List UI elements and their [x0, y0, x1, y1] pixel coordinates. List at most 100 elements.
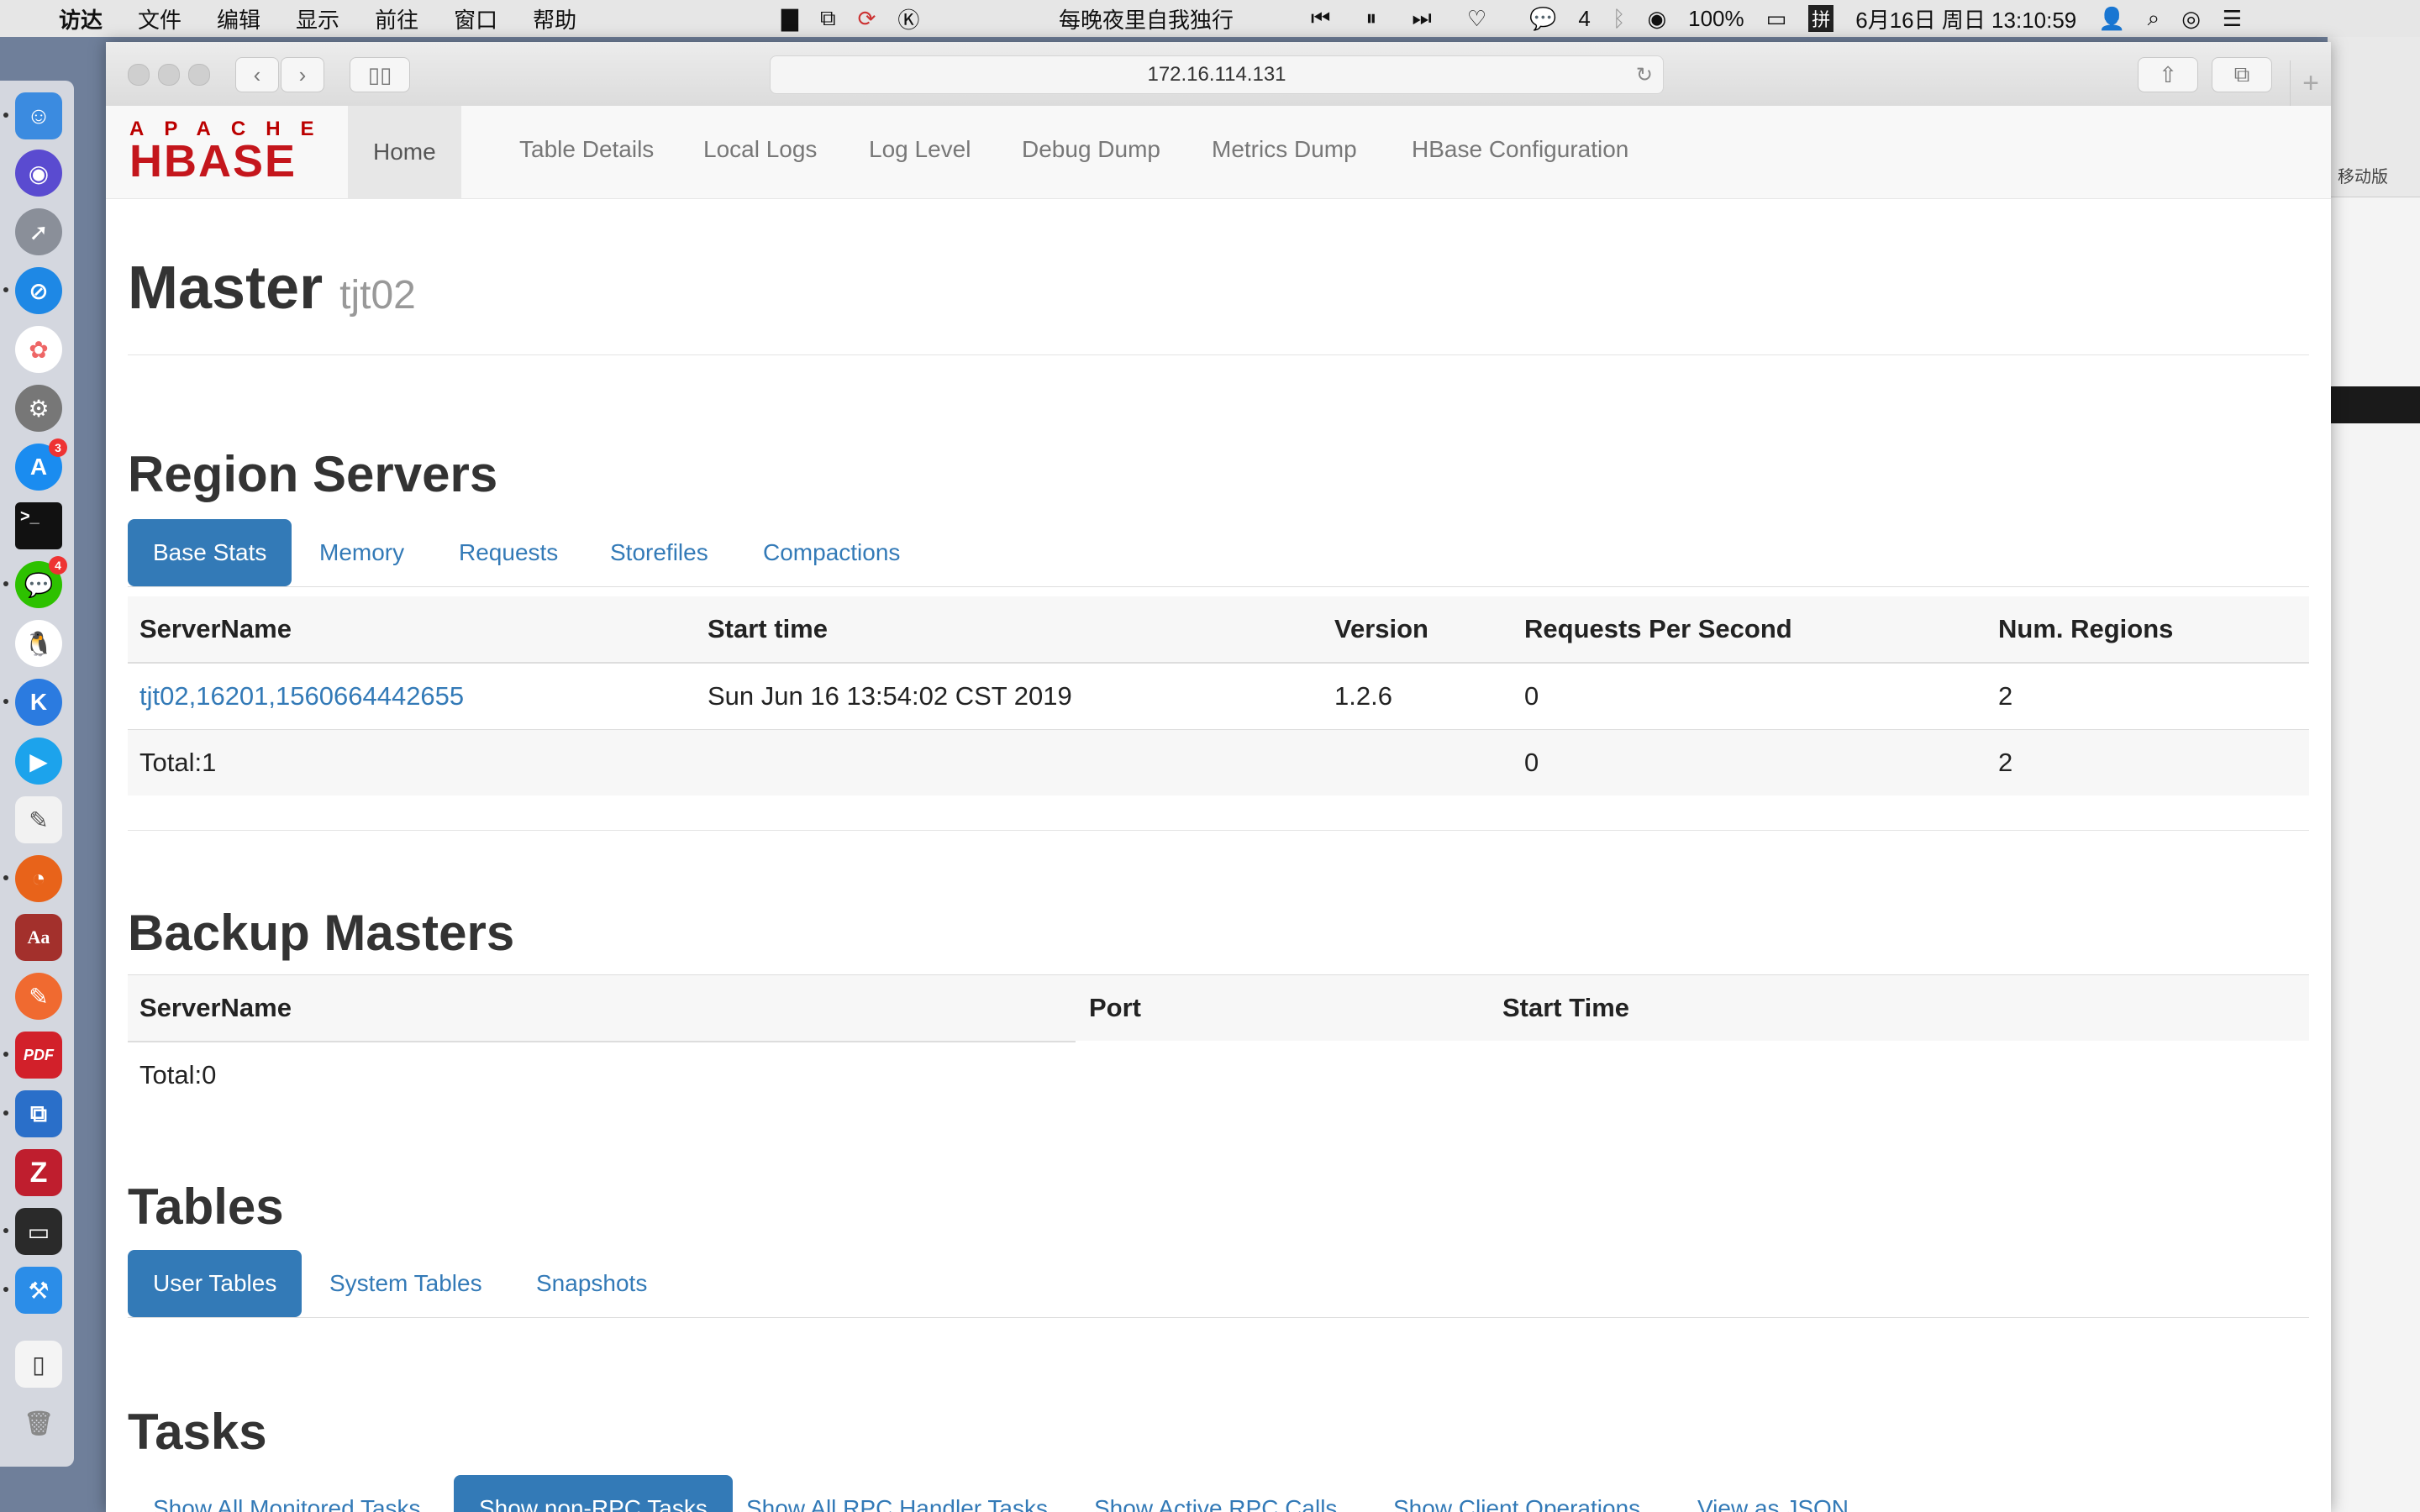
nav-debug-dump[interactable]: Debug Dump	[1022, 136, 1160, 163]
wechat-icon[interactable]: 💬	[1529, 6, 1556, 32]
k-app-icon[interactable]: Ⓚ	[897, 3, 919, 34]
photos-icon[interactable]: ✿	[15, 326, 62, 373]
tab-all-monitored-tasks[interactable]: Show All Monitored Tasks	[128, 1475, 446, 1512]
tab-base-stats[interactable]: Base Stats	[128, 519, 292, 586]
share-icon[interactable]: ⇧	[2138, 57, 2198, 92]
dictionary-icon[interactable]: Aa	[15, 914, 62, 961]
tab-system-tables[interactable]: System Tables	[304, 1250, 508, 1317]
spotlight-search-icon[interactable]: ⌕	[2148, 5, 2160, 32]
tab-requests[interactable]: Requests	[434, 519, 583, 586]
pdf-icon[interactable]: PDF	[15, 1032, 62, 1079]
trash-icon[interactable]: 🗑	[15, 1399, 62, 1446]
col-version: Version	[1334, 614, 1428, 643]
app-store-icon[interactable]: A3	[15, 438, 67, 491]
running-indicator	[3, 113, 8, 118]
nav-hbase-configuration[interactable]: HBase Configuration	[1412, 136, 1628, 163]
video-player-icon[interactable]: ▶	[15, 738, 62, 785]
nav-home[interactable]: Home	[348, 106, 461, 198]
siri-app-icon[interactable]: ◉	[15, 150, 62, 197]
battery-percent: 100%	[1688, 5, 1744, 31]
region-servers-tabs: Base Stats Memory Requests Storefiles Co…	[128, 519, 2309, 587]
finder-icon[interactable]: ☺	[15, 92, 62, 139]
user-icon[interactable]: 👤	[2098, 6, 2125, 32]
tab-memory[interactable]: Memory	[294, 519, 429, 586]
tab-snapshots[interactable]: Snapshots	[511, 1250, 672, 1317]
pencil-app-icon[interactable]: ✎	[15, 973, 62, 1020]
address-bar[interactable]: 172.16.114.131 ↻	[770, 55, 1664, 94]
launchpad-icon[interactable]: ➚	[15, 208, 62, 255]
screen-icon[interactable]: ▇	[781, 6, 798, 32]
zoom-window-icon[interactable]	[188, 64, 210, 86]
server-name-link[interactable]: tjt02,16201,1560664442655	[139, 664, 464, 729]
input-method-icon[interactable]: 拼	[1808, 5, 1834, 32]
wechat-badge: 4	[49, 556, 67, 575]
tab-rpc-handler-tasks[interactable]: Show All RPC Handler Tasks	[721, 1475, 1073, 1512]
nav-local-logs[interactable]: Local Logs	[703, 136, 817, 163]
filezilla-icon[interactable]: Z	[15, 1149, 62, 1196]
xcode-icon[interactable]: ⚒	[15, 1267, 62, 1314]
running-indicator	[3, 581, 8, 586]
menu-file[interactable]: 文件	[138, 3, 182, 34]
nav-metrics-dump[interactable]: Metrics Dump	[1212, 136, 1357, 163]
menu-edit[interactable]: 编辑	[217, 3, 260, 34]
k-app-dock-icon[interactable]: K	[15, 679, 62, 726]
tab-view-as-json[interactable]: View as JSON	[1672, 1475, 1874, 1512]
back-icon[interactable]: ‹	[235, 57, 279, 92]
status-icons-right: 💬 4 ᛒ ◉ 100% ▭ 拼 6月16日 周日 13:10:59 👤 ⌕ ◎…	[1529, 0, 2242, 37]
sidebar-toggle-icon[interactable]: ▯▯	[350, 57, 410, 92]
nav-table-details[interactable]: Table Details	[519, 136, 654, 163]
menu-help[interactable]: 帮助	[533, 3, 576, 34]
tab-active-rpc-calls[interactable]: Show Active RPC Calls	[1069, 1475, 1362, 1512]
col-port: Port	[1089, 993, 1141, 1022]
minimize-window-icon[interactable]	[158, 64, 180, 86]
menu-window[interactable]: 窗口	[454, 3, 497, 34]
requests-value: 0	[1524, 681, 1539, 711]
tab-storefiles[interactable]: Storefiles	[585, 519, 734, 586]
hbase-logo[interactable]: APACHE HBASE	[129, 118, 314, 185]
tab-user-tables[interactable]: User Tables	[128, 1250, 302, 1317]
terminal-icon[interactable]: >_	[15, 502, 62, 549]
vmware-icon[interactable]: ⧉	[15, 1090, 62, 1137]
nav-log-level[interactable]: Log Level	[869, 136, 971, 163]
previous-track-icon[interactable]: ⏮	[1311, 5, 1330, 32]
bluetooth-icon[interactable]: ᛒ	[1612, 6, 1626, 32]
wifi-icon[interactable]: ◉	[1647, 6, 1666, 32]
total-label: Total:1	[139, 748, 217, 777]
sync-icon[interactable]: ⟳	[858, 6, 876, 32]
now-playing[interactable]: 每晚夜里自我独行	[1059, 0, 1234, 37]
system-preferences-icon[interactable]: ⚙	[15, 385, 62, 432]
next-track-icon[interactable]: ⏭	[1412, 5, 1431, 32]
close-window-icon[interactable]	[128, 64, 150, 86]
menu-app-finder[interactable]: 访达	[59, 3, 103, 34]
tabs-overview-icon[interactable]: ⧉	[2212, 57, 2272, 92]
menu-go[interactable]: 前往	[375, 3, 418, 34]
new-tab-icon[interactable]: +	[2290, 60, 2331, 106]
table-total-row: Total:0	[128, 1042, 2309, 1108]
tab-client-operations[interactable]: Show Client Operations	[1368, 1475, 1665, 1512]
wechat-app-icon[interactable]: 💬 4	[15, 556, 67, 608]
notification-center-icon[interactable]: ☰	[2223, 6, 2242, 32]
datetime[interactable]: 6月16日 周日 13:10:59	[1855, 3, 2076, 34]
heart-icon[interactable]: ♡	[1467, 6, 1486, 32]
battery-icon[interactable]: ▭	[1766, 6, 1787, 32]
qq-icon[interactable]: 🐧	[15, 620, 62, 667]
reload-icon[interactable]: ↻	[1636, 63, 1653, 87]
media-controls: ⏮ ⏸ ⏭ ♡	[1311, 0, 1486, 37]
tab-non-rpc-tasks[interactable]: Show non-RPC Tasks	[454, 1475, 733, 1512]
window-icon[interactable]: ⧉	[820, 5, 836, 32]
tab-compactions[interactable]: Compactions	[738, 519, 925, 586]
siri-icon[interactable]: ◎	[2181, 6, 2201, 32]
document-icon[interactable]: ▯	[15, 1341, 62, 1388]
textedit-icon[interactable]: ✎	[15, 796, 62, 843]
background-window-label: 移动版	[2338, 168, 2388, 186]
divider	[128, 354, 2309, 355]
menu-view[interactable]: 显示	[296, 3, 339, 34]
safari-icon[interactable]: ⊘	[15, 267, 62, 314]
browser-window: ‹ › ▯▯ 172.16.114.131 ↻ ⇧ ⧉ + APACHE HBA…	[106, 42, 2331, 1512]
forward-icon[interactable]: ›	[281, 57, 324, 92]
table-total-row: Total:1 0 2	[128, 730, 2309, 795]
pause-icon[interactable]: ⏸	[1365, 5, 1376, 32]
firefox-icon[interactable]: ◔	[15, 855, 62, 902]
now-playing-title: 每晚夜里自我独行	[1059, 7, 1234, 33]
display-icon[interactable]: ▭	[15, 1208, 62, 1255]
